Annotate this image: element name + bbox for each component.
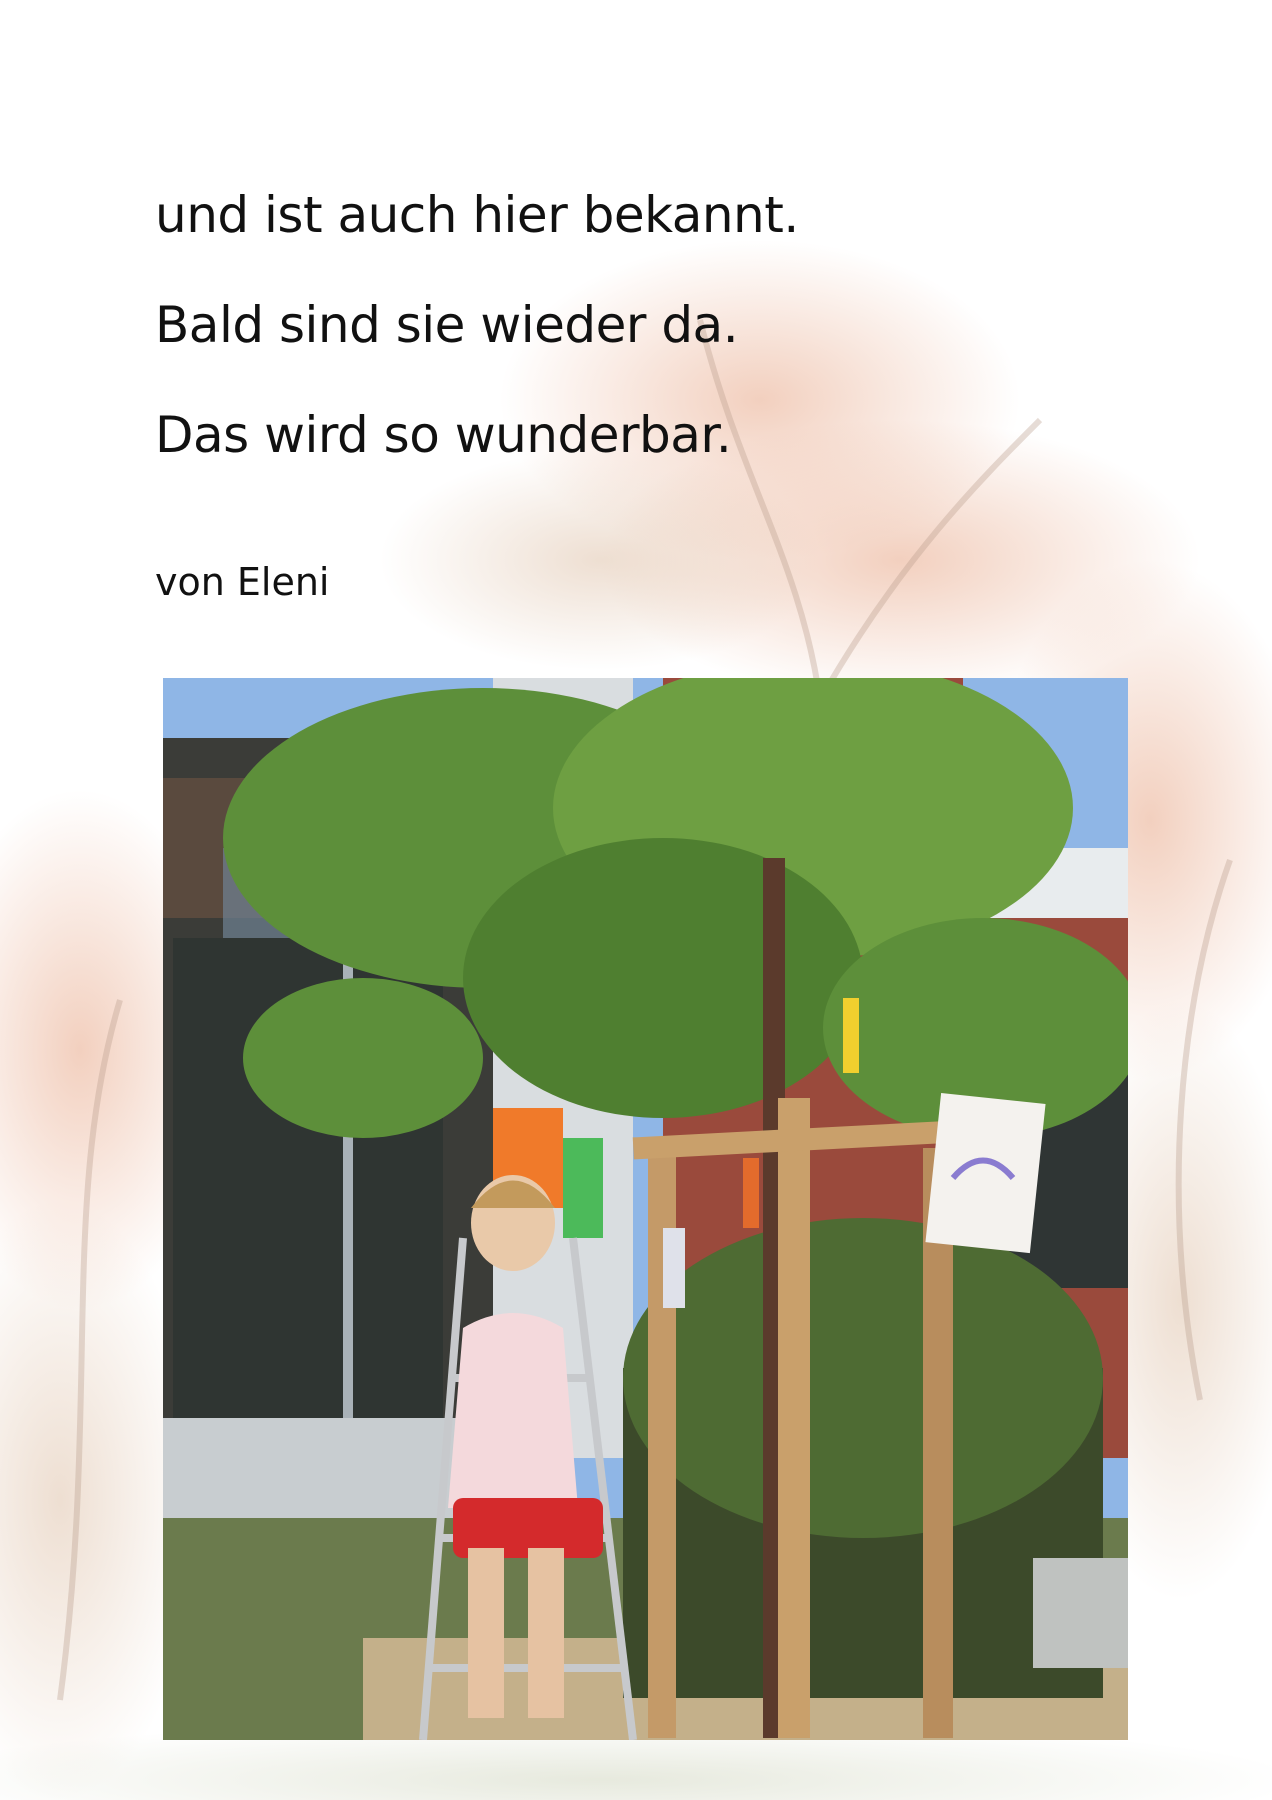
- poem: und ist auch hier bekannt. Bald sind sie…: [155, 160, 799, 490]
- poem-line: Bald sind sie wieder da.: [155, 296, 739, 354]
- poem-line: und ist auch hier bekannt.: [155, 186, 799, 244]
- poem-author: von Eleni: [155, 560, 330, 604]
- poem-line: Das wird so wunderbar.: [155, 406, 732, 464]
- girl-on-ladder-under-tree-photo: [163, 678, 1128, 1740]
